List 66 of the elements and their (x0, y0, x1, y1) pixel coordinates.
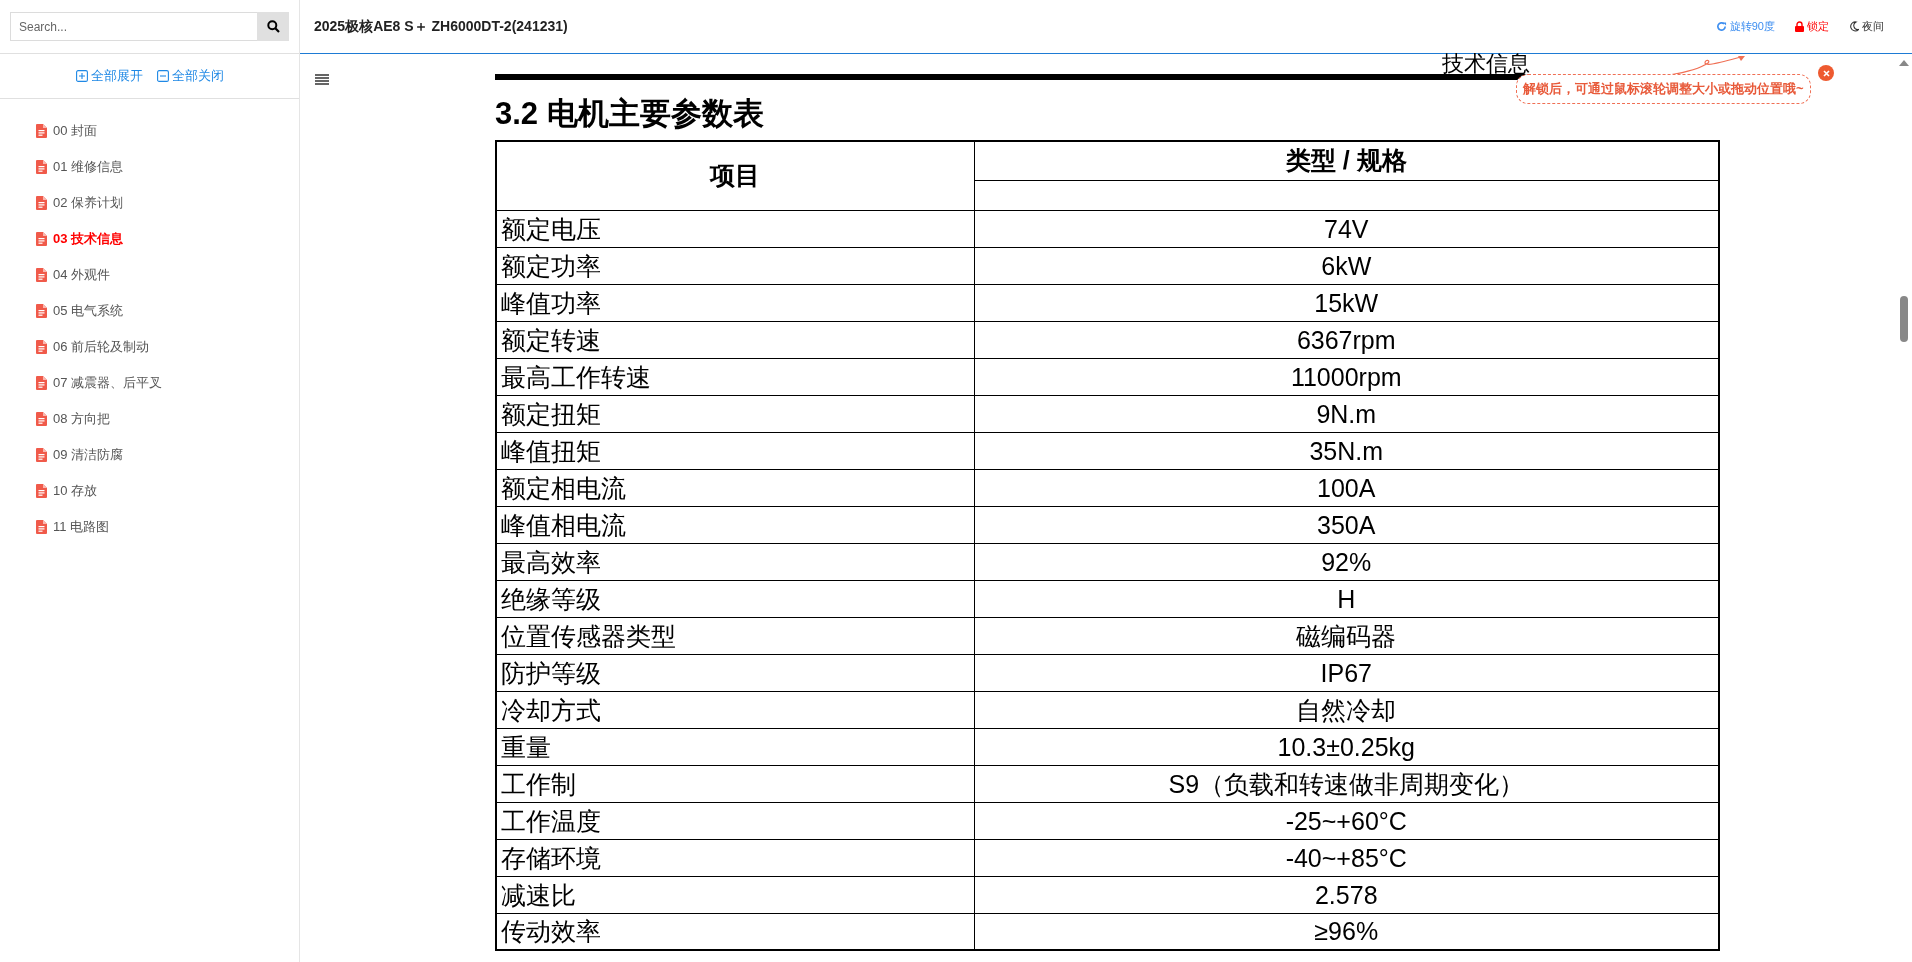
lock-icon (1795, 21, 1804, 32)
table-cell: 减速比 (496, 876, 974, 913)
minus-square-icon (156, 70, 169, 82)
plus-square-icon (75, 70, 88, 82)
menu-icon[interactable] (315, 74, 329, 85)
table-cell: 峰值功率 (496, 284, 974, 321)
sidebar-item[interactable]: 06 前后轮及制动 (36, 329, 299, 365)
document-icon (36, 412, 47, 426)
document-icon (36, 232, 47, 246)
document-icon (36, 268, 47, 282)
sidebar-item[interactable]: 01 维修信息 (36, 149, 299, 185)
sidebar-item[interactable]: 02 保养计划 (36, 185, 299, 221)
table-cell: 额定电压 (496, 210, 974, 247)
document-icon (36, 520, 47, 534)
sidebar-item[interactable]: 03 技术信息 (36, 221, 299, 257)
table-cell: 工作制 (496, 765, 974, 802)
document-icon (36, 124, 47, 138)
sidebar-item[interactable]: 10 存放 (36, 473, 299, 509)
table-cell: 防护等级 (496, 654, 974, 691)
sidebar-item[interactable]: 09 清洁防腐 (36, 437, 299, 473)
scroll-up-icon[interactable] (1899, 60, 1909, 66)
lock-button[interactable]: 锁定 (1795, 18, 1829, 35)
sidebar-item[interactable]: 05 电气系统 (36, 293, 299, 329)
night-button[interactable]: 夜间 (1849, 18, 1884, 35)
search-button[interactable] (257, 12, 289, 41)
document-icon (36, 376, 47, 390)
hint-tooltip: 解锁后，可通过鼠标滚轮调整大小或拖动位置哦~ (1516, 74, 1811, 104)
table-cell: 位置传感器类型 (496, 617, 974, 654)
sidebar-item[interactable]: 07 减震器、后平叉 (36, 365, 299, 401)
table-cell: 额定扭矩 (496, 395, 974, 432)
document-icon (36, 304, 47, 318)
section-title: 3.2 电机主要参数表 (495, 95, 764, 133)
moon-icon (1849, 21, 1859, 32)
table-cell: 额定转速 (496, 321, 974, 358)
table-cell: 额定功率 (496, 247, 974, 284)
sidebar-item[interactable]: 00 封面 (36, 113, 299, 149)
table-cell: 存储环境 (496, 839, 974, 876)
rotate-button[interactable]: 旋转90度 (1715, 18, 1775, 35)
table-cell: 最高工作转速 (496, 358, 974, 395)
close-icon (1822, 69, 1830, 77)
refresh-icon (1715, 21, 1727, 32)
table-cell: 额定相电流 (496, 469, 974, 506)
table-header: 项目 (496, 141, 974, 210)
document-icon (36, 160, 47, 174)
table-cell: 重量 (496, 728, 974, 765)
sidebar-item[interactable]: 11 电路图 (36, 509, 299, 545)
document-icon (36, 484, 47, 498)
table-cell: 最高效率 (496, 543, 974, 580)
document-title: 2025极核AE8 S＋ ZH6000DT-2(241231) (314, 17, 568, 36)
page-heading: 技术信息 (1442, 54, 1530, 74)
scroll-thumb[interactable] (1900, 296, 1908, 342)
search-field[interactable]: Search... (10, 12, 257, 41)
collapse-all-link[interactable]: 全部关闭 (156, 66, 224, 86)
table-cell: 工作温度 (496, 802, 974, 839)
sidebar-item[interactable]: 08 方向把 (36, 401, 299, 437)
document-icon (36, 196, 47, 210)
table-cell: 峰值相电流 (496, 506, 974, 543)
table-cell: 冷却方式 (496, 691, 974, 728)
sidebar-item[interactable]: 04 外观件 (36, 257, 299, 293)
table-cell: 绝缘等级 (496, 580, 974, 617)
search-icon (266, 20, 280, 33)
document-icon (36, 340, 47, 354)
close-button[interactable] (1818, 65, 1834, 81)
document-icon (36, 448, 47, 462)
table-cell: 峰值扭矩 (496, 432, 974, 469)
expand-all-link[interactable]: 全部展开 (75, 66, 143, 86)
